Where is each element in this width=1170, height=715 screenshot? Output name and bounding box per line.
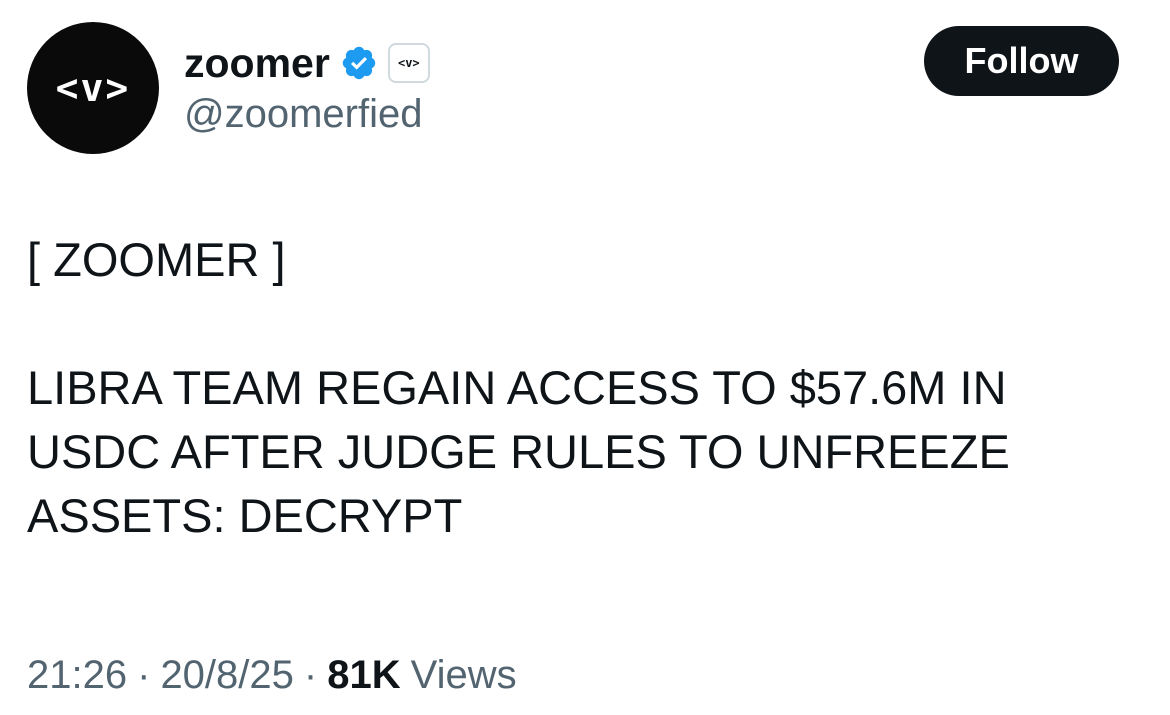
display-name[interactable]: zoomer [184,42,330,84]
affiliate-badge-text: <v> [397,56,420,70]
views-label: Views [410,653,517,697]
author-handle[interactable]: @zoomerfied [184,94,422,134]
affiliate-badge[interactable]: <v> [387,43,430,83]
tweet-time[interactable]: 21:26 [27,655,127,695]
tweet-meta: 21:26 · 20/8/25 · 81K Views [27,655,517,695]
avatar-logo-text: <v> [55,66,131,110]
views-count: 81K [327,653,401,697]
tweet-text: [ ZOOMER ] LIBRA TEAM REGAIN ACCESS TO $… [27,233,1010,542]
author-name-row: zoomer <v> [184,38,430,88]
tweet-date[interactable]: 20/8/25 [160,655,293,695]
avatar[interactable]: <v> [27,22,159,154]
follow-button[interactable]: Follow [924,26,1119,96]
meta-separator: · [137,653,151,697]
meta-separator: · [303,653,318,697]
verified-badge-icon[interactable] [340,44,378,82]
